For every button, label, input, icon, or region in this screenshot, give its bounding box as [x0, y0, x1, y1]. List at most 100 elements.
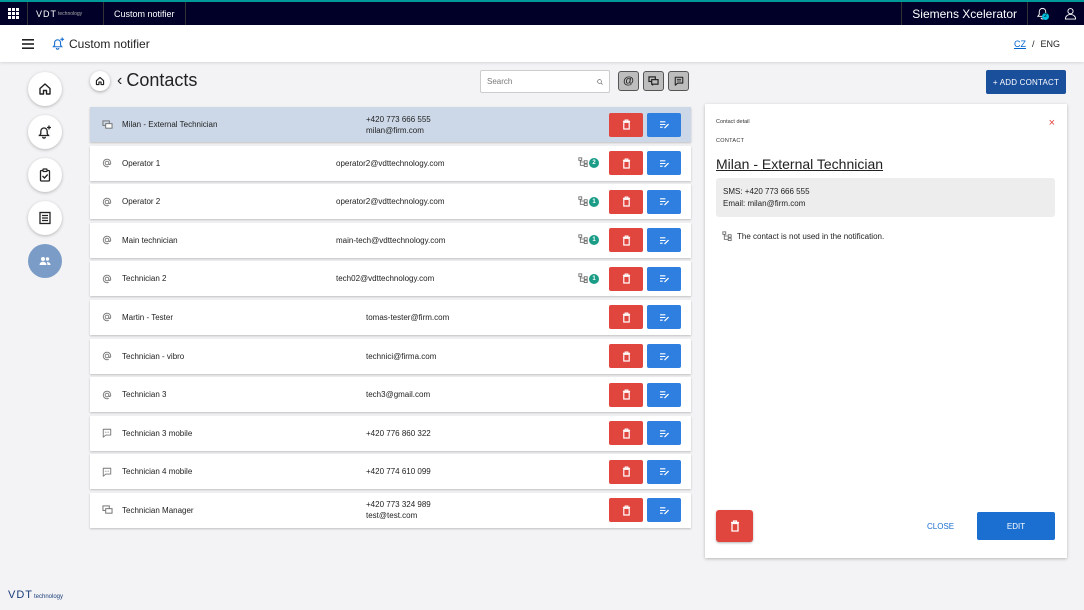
detail-contact-name: Milan - External Technician [716, 156, 884, 172]
nav-notifications[interactable] [28, 115, 62, 149]
delete-button[interactable] [609, 112, 643, 137]
delete-button[interactable] [609, 344, 643, 369]
edit-button[interactable] [647, 344, 681, 369]
edit-contact-button[interactable]: EDIT [977, 512, 1055, 540]
edit-list-icon [659, 197, 670, 206]
hamburger-icon [22, 38, 34, 49]
bell-plus-icon [38, 125, 51, 139]
contact-row[interactable]: Technician 3 tech3@gmail.com [90, 377, 691, 413]
edit-list-icon [659, 120, 670, 129]
user-button[interactable] [1056, 2, 1084, 25]
trash-icon [622, 505, 631, 516]
nav-tasks[interactable] [28, 158, 62, 192]
delete-contact-button[interactable] [716, 510, 753, 542]
search-input[interactable] [487, 77, 597, 86]
contact-name: Technician 3 mobile [122, 428, 193, 438]
contact-row[interactable]: Technician 4 mobile +420 774 610 099 [90, 454, 691, 490]
notification-button[interactable]: 2 [1028, 2, 1056, 25]
sms-icon [102, 428, 114, 438]
sms-icon [102, 467, 114, 477]
vdt-logo: VDT technology [28, 2, 104, 25]
delete-button[interactable] [609, 305, 643, 330]
at-icon [102, 351, 114, 361]
edit-button[interactable] [647, 112, 681, 137]
edit-button[interactable] [647, 382, 681, 407]
filter-email-button[interactable]: @ [618, 71, 639, 91]
edit-button[interactable] [647, 228, 681, 253]
close-button[interactable]: CLOSE [927, 522, 954, 531]
contact-row[interactable]: Technician 3 mobile +420 776 860 322 [90, 415, 691, 451]
usage-count-badge: 1 [589, 235, 599, 246]
apps-grid-icon[interactable] [0, 2, 28, 25]
delete-button[interactable] [609, 151, 643, 176]
edit-button[interactable] [647, 459, 681, 484]
contact-name: Technician 2 [122, 274, 167, 284]
delete-button[interactable] [609, 459, 643, 484]
hierarchy-icon [578, 234, 588, 246]
top-bar: VDT technology Custom notifier Siemens Xc… [0, 0, 1084, 25]
edit-button[interactable] [647, 189, 681, 214]
contact-row[interactable]: Technician - vibro technici@firma.com [90, 338, 691, 374]
hierarchy-icon [722, 231, 732, 241]
delete-button[interactable] [609, 382, 643, 407]
delete-button[interactable] [609, 189, 643, 214]
edit-list-icon [659, 352, 670, 361]
trash-icon [622, 235, 631, 246]
app-tab[interactable]: Custom notifier [104, 2, 186, 25]
messages-icon [102, 119, 114, 130]
lang-eng[interactable]: ENG [1040, 39, 1060, 49]
delete-button[interactable] [609, 421, 643, 446]
contact-row[interactable]: Operator 2 operator2@vdttechnology.com 1 [90, 184, 691, 220]
usage-indicator: 1 [578, 273, 599, 285]
add-contact-button[interactable]: + ADD CONTACT [986, 70, 1066, 94]
filter-both-button[interactable] [643, 71, 664, 91]
contact-row[interactable]: Technician 2 tech02@vdttechnology.com 1 [90, 261, 691, 297]
contact-info: tech3@gmail.com [366, 389, 430, 400]
nav-home[interactable] [28, 72, 62, 106]
filter-sms-button[interactable] [668, 71, 689, 91]
contact-name: Operator 2 [122, 197, 161, 207]
edit-button[interactable] [647, 266, 681, 291]
language-switcher: CZ / ENG [1014, 39, 1060, 49]
nav-list[interactable] [28, 201, 62, 235]
usage-count-badge: 1 [589, 196, 599, 207]
back-button[interactable]: ‹ [117, 72, 122, 90]
edit-button[interactable] [647, 498, 681, 523]
search-icon[interactable] [597, 77, 603, 87]
edit-button[interactable] [647, 151, 681, 176]
contact-row[interactable]: Martin - Tester tomas-tester@firm.com [90, 299, 691, 335]
detail-contact-info: SMS: +420 773 666 555 Email: milan@firm.… [716, 178, 1055, 217]
contacts-icon [39, 257, 51, 265]
home-button[interactable] [90, 70, 110, 91]
detail-usage-text: The contact is not used in the notificat… [737, 231, 885, 241]
contact-info-line1: technici@firma.com [366, 351, 437, 361]
trash-icon [622, 158, 631, 169]
lang-cz[interactable]: CZ [1014, 39, 1026, 49]
contact-info: +420 776 860 322 [366, 428, 431, 439]
footer-logo: VDT technology [8, 589, 63, 601]
nav-contacts[interactable] [28, 244, 62, 278]
contact-info-line1: +420 774 610 099 [366, 467, 431, 477]
trash-icon [730, 520, 739, 532]
edit-button[interactable] [647, 421, 681, 446]
menu-button[interactable] [18, 38, 38, 49]
edit-list-icon [659, 236, 670, 245]
contact-name: Operator 1 [122, 158, 161, 168]
contact-info-line2: test@test.com [366, 511, 418, 521]
contact-info-line1: operator2@vdttechnology.com [336, 158, 445, 168]
delete-button[interactable] [609, 266, 643, 291]
delete-button[interactable] [609, 498, 643, 523]
at-icon [102, 235, 114, 245]
usage-indicator: 2 [578, 157, 599, 169]
edit-button[interactable] [647, 305, 681, 330]
at-icon [102, 312, 114, 322]
contact-info-line1: operator2@vdttechnology.com [336, 197, 445, 207]
contact-row[interactable]: Operator 1 operator2@vdttechnology.com 2 [90, 145, 691, 181]
edit-list-icon [659, 274, 670, 283]
close-detail-icon[interactable]: × [1049, 117, 1055, 129]
trash-icon [622, 196, 631, 207]
contact-row[interactable]: Main technician main-tech@vdttechnology.c… [90, 222, 691, 258]
delete-button[interactable] [609, 228, 643, 253]
contact-row[interactable]: Technician Manager +420 773 324 989 test@t… [90, 492, 691, 528]
contact-row[interactable]: Milan - External Technician +420 773 666 … [90, 107, 691, 142]
